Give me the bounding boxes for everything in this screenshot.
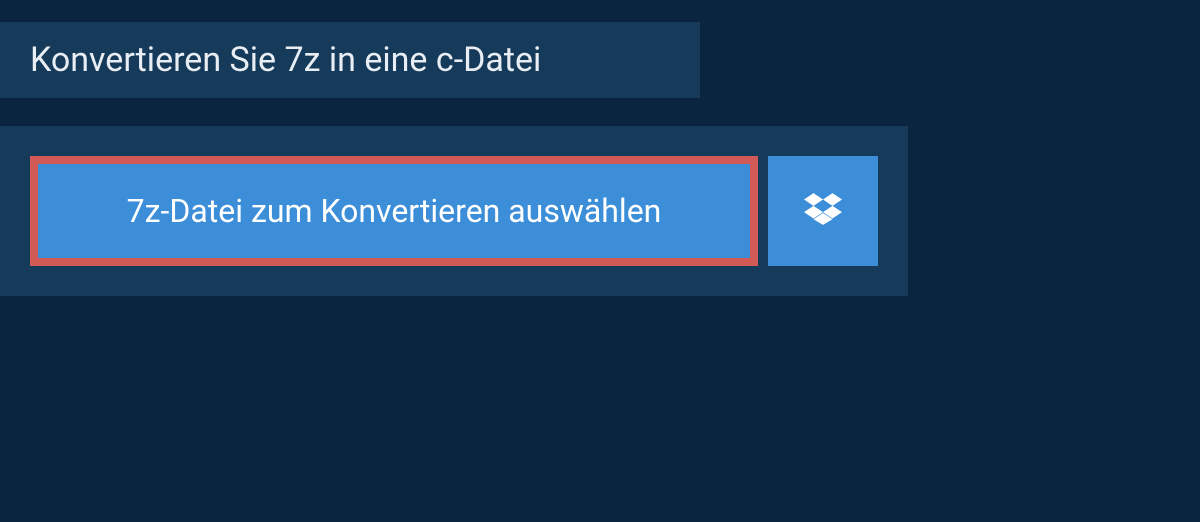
dropbox-button[interactable] xyxy=(768,156,878,266)
page-title: Konvertieren Sie 7z in eine c-Datei xyxy=(30,40,670,80)
dropbox-icon xyxy=(804,190,842,232)
select-file-label: 7z-Datei zum Konvertieren auswählen xyxy=(127,192,662,230)
header-bar: Konvertieren Sie 7z in eine c-Datei xyxy=(0,22,700,98)
select-file-button[interactable]: 7z-Datei zum Konvertieren auswählen xyxy=(30,156,758,266)
upload-panel: 7z-Datei zum Konvertieren auswählen xyxy=(0,126,908,296)
